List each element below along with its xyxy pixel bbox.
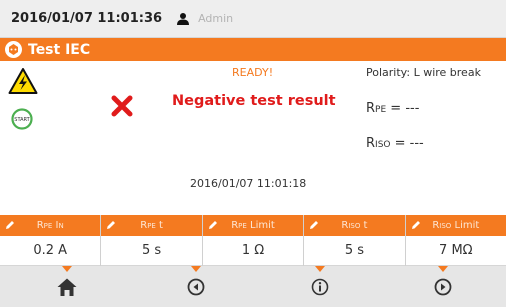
high-voltage-warning-icon xyxy=(8,68,38,94)
current-datetime: 2016/01/07 11:01:36 xyxy=(11,11,163,26)
title-bar: Test IEC xyxy=(0,38,506,61)
param-header: RISO Limit xyxy=(405,215,506,236)
param-value: 7 MΩ xyxy=(405,236,506,266)
param-label-suffix-sub: N xyxy=(58,222,64,230)
pencil-icon xyxy=(310,221,319,229)
param-label-suffix: t xyxy=(360,220,368,231)
riso-label-sub: ISO xyxy=(375,140,391,150)
param-riso-limit[interactable]: RISO Limit 7 MΩ xyxy=(405,215,506,266)
rpe-label-sub: PE xyxy=(375,105,387,115)
rpe-value: = --- xyxy=(386,101,420,116)
param-header: RPE Limit xyxy=(202,215,304,236)
param-label-sub: ISO xyxy=(348,222,361,230)
back-button[interactable] xyxy=(146,266,246,307)
home-button[interactable] xyxy=(17,266,117,307)
pencil-icon xyxy=(411,221,420,229)
red-x-icon xyxy=(111,95,133,117)
param-value: 5 s xyxy=(101,236,202,266)
param-rpe-t[interactable]: RPE t 5 s xyxy=(101,215,203,266)
test-result: Negative test result xyxy=(172,93,336,109)
iec-plug-icon xyxy=(5,41,22,58)
param-header: RPE t xyxy=(101,215,202,236)
pencil-icon xyxy=(208,221,217,229)
nav-notch xyxy=(191,266,201,272)
param-value: 1 Ω xyxy=(202,236,304,266)
nav-notch xyxy=(62,266,72,272)
param-label-suffix: Limit xyxy=(246,220,275,231)
result-timestamp: 2016/01/07 11:01:18 xyxy=(190,177,307,190)
param-value: 5 s xyxy=(304,236,405,266)
rpe-reading: RPE = --- xyxy=(366,101,419,116)
param-label-suffix: t xyxy=(155,220,163,231)
main-panel: START READY! Polarity: L wire break Nega… xyxy=(0,61,506,215)
start-icon-label: START xyxy=(14,117,30,123)
home-icon xyxy=(57,278,77,296)
param-label: RPE IN xyxy=(37,220,64,231)
param-label-sub: PE xyxy=(147,222,156,230)
user-icon xyxy=(177,12,190,25)
nav-notch xyxy=(438,266,448,272)
param-label-sub: PE xyxy=(43,222,53,230)
ready-status: READY! xyxy=(232,66,274,79)
pencil-icon xyxy=(6,221,14,229)
param-header: RISO t xyxy=(304,215,405,236)
param-riso-t[interactable]: RISO t 5 s xyxy=(304,215,406,266)
riso-label: R xyxy=(366,136,376,151)
param-value: 0.2 A xyxy=(0,236,101,266)
param-label-suffix: Limit xyxy=(451,220,480,231)
user-name: Admin xyxy=(198,12,234,25)
param-label: RISO Limit xyxy=(432,220,479,231)
info-button[interactable] xyxy=(270,266,370,307)
forward-icon xyxy=(434,278,452,295)
parameter-row: RPE IN 0.2 A RPE t 5 s RPE Limit 1 Ω RIS… xyxy=(0,215,506,266)
riso-reading: RISO = --- xyxy=(366,136,424,151)
param-label-sub: PE xyxy=(238,222,247,230)
param-label: RISO t xyxy=(341,220,367,231)
param-label: RPE Limit xyxy=(231,220,275,231)
forward-button[interactable] xyxy=(393,266,493,307)
rpe-label: R xyxy=(366,101,376,116)
param-rpe-in[interactable]: RPE IN 0.2 A xyxy=(0,215,102,266)
riso-value: = --- xyxy=(390,136,424,151)
info-icon xyxy=(311,278,329,295)
param-rpe-limit[interactable]: RPE Limit 1 Ω xyxy=(202,215,305,266)
param-header: RPE IN xyxy=(0,215,101,236)
param-label: RPE t xyxy=(140,220,163,231)
param-label-sub: ISO xyxy=(439,222,452,230)
start-icon[interactable]: START xyxy=(11,108,33,130)
page-title: Test IEC xyxy=(28,41,91,58)
back-icon xyxy=(187,278,205,295)
pencil-icon xyxy=(107,221,116,229)
param-label-main: R xyxy=(36,220,44,231)
polarity-status: Polarity: L wire break xyxy=(366,66,481,79)
status-bar: 2016/01/07 11:01:36 Admin xyxy=(0,0,506,38)
nav-notch xyxy=(315,266,325,272)
bottom-nav-bar xyxy=(0,266,506,307)
